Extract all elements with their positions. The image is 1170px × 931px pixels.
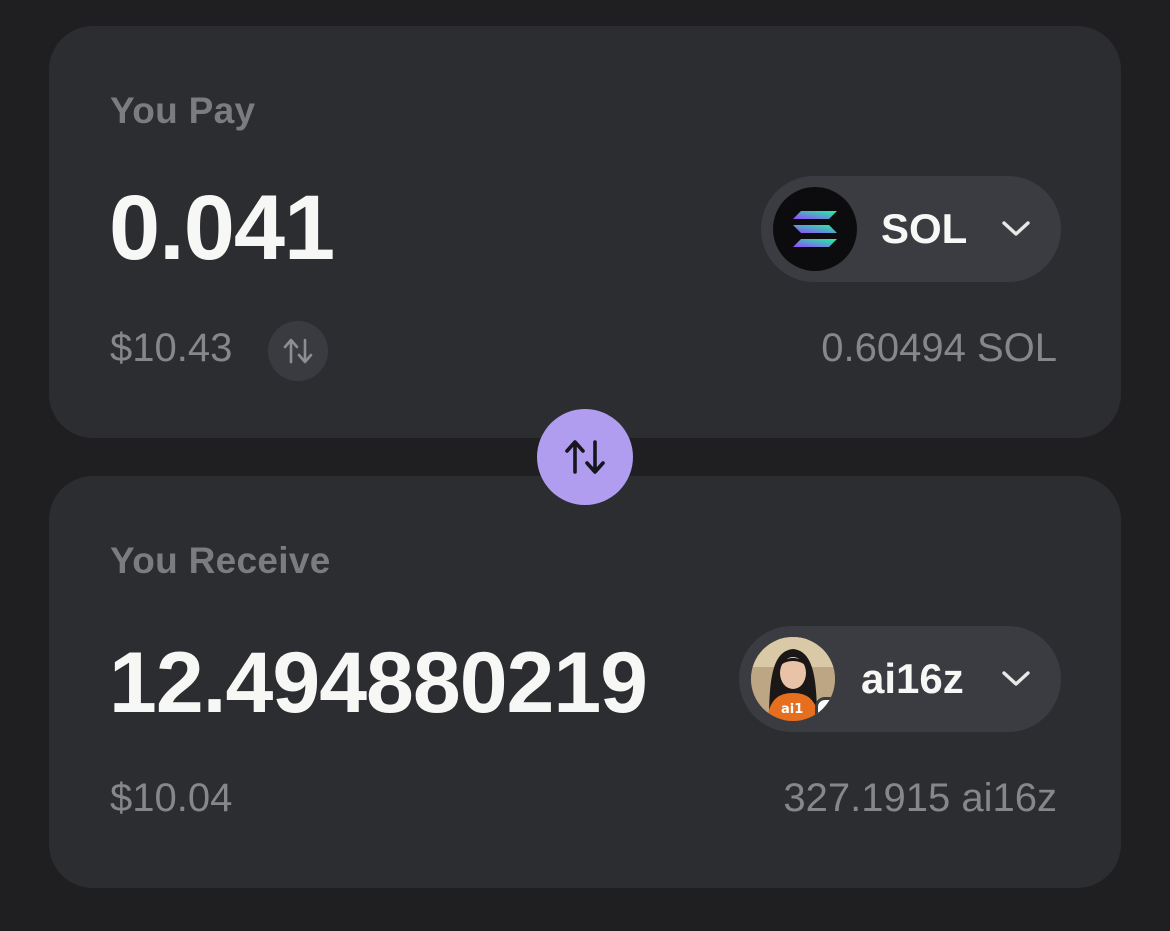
receive-token-symbol: ai16z xyxy=(861,655,964,702)
receive-balance: 327.1915 ai16z xyxy=(783,776,1057,820)
receive-label: You Receive xyxy=(110,540,331,581)
ai16z-avatar-icon: ai1 xyxy=(751,637,835,721)
pay-amount-input[interactable]: 0.041 xyxy=(109,182,335,274)
pay-token-selector[interactable]: SOL xyxy=(761,176,1061,282)
svg-text:ai1: ai1 xyxy=(781,702,803,717)
pay-label: You Pay xyxy=(110,90,256,131)
solana-chain-badge-icon xyxy=(815,697,835,721)
pay-balance[interactable]: 0.60494 SOL xyxy=(821,326,1057,371)
receive-amount: 12.494880219 xyxy=(109,635,648,731)
pay-usd-value: $10.43 xyxy=(110,326,233,370)
pay-card: You Pay 0.041 SOL $10.43 0.60494 SOL xyxy=(49,26,1121,438)
receive-usd-value: $10.04 xyxy=(110,776,233,820)
swap-direction-button[interactable] xyxy=(537,409,633,505)
swap-arrows-icon xyxy=(283,338,313,364)
chevron-down-icon xyxy=(1002,671,1030,686)
receive-card: You Receive 12.494880219 ai1 ai16z $10.0… xyxy=(49,476,1121,888)
swap-arrows-icon xyxy=(565,440,605,474)
pay-token-symbol: SOL xyxy=(881,205,968,252)
chevron-down-icon xyxy=(1002,221,1030,236)
swap-panel: You Pay 0.041 SOL $10.43 0.60494 SOL You… xyxy=(0,0,1170,931)
receive-token-selector[interactable]: ai1 ai16z xyxy=(739,626,1061,732)
solana-logo-icon xyxy=(773,187,857,271)
currency-toggle-button[interactable] xyxy=(268,321,328,381)
